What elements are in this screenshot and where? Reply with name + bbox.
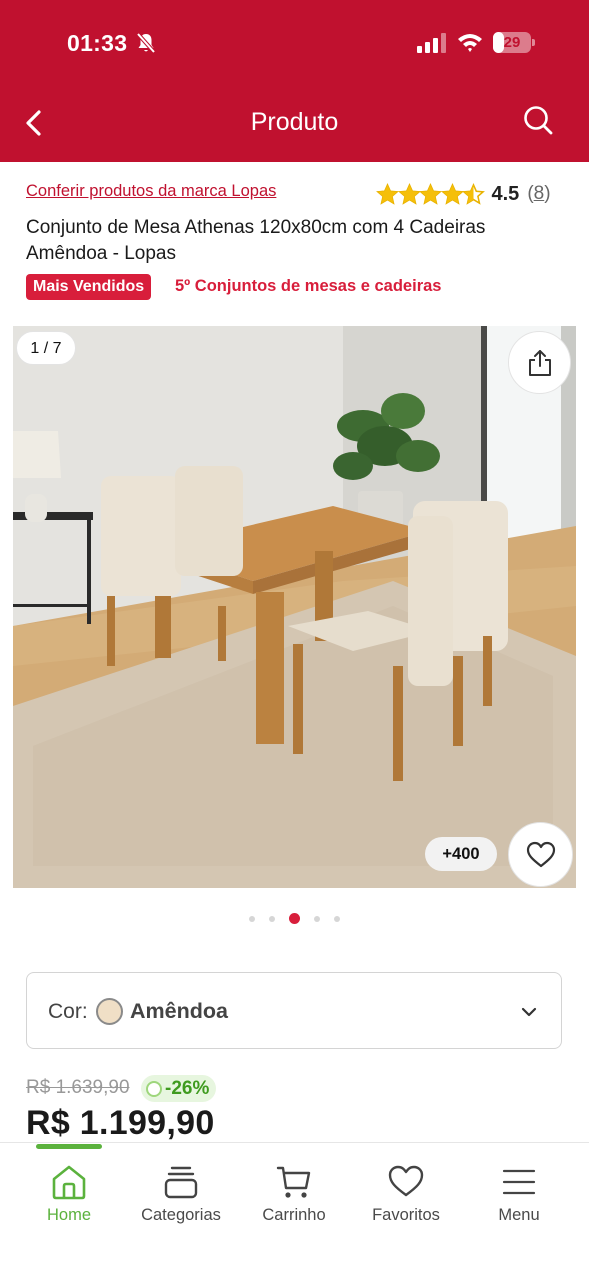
carousel-dot[interactable] (334, 915, 340, 922)
color-select[interactable]: Cor: Amêndoa (26, 972, 562, 1049)
nav-menu[interactable]: Menu (464, 1164, 574, 1225)
product-photo (13, 326, 576, 888)
nav-categories[interactable]: Categorias (126, 1164, 236, 1225)
rating-count[interactable]: (8) (527, 183, 550, 205)
star-icon (419, 182, 442, 205)
share-button[interactable] (508, 331, 571, 394)
categories-icon (164, 1166, 198, 1199)
ranking-link[interactable]: 5º Conjuntos de mesas e cadeiras (175, 277, 441, 296)
color-value: Amêndoa (130, 999, 228, 1023)
bell-muted-icon (136, 32, 156, 54)
nav-favorites[interactable]: Favoritos (351, 1164, 461, 1225)
battery-level: 29 (503, 34, 521, 51)
wifi-icon (458, 34, 482, 52)
favorite-button[interactable] (508, 822, 573, 887)
carousel-dots (0, 913, 589, 924)
discount-text: -26% (165, 1077, 210, 1099)
image-counter: 1 / 7 (16, 331, 76, 365)
star-icon (397, 182, 421, 205)
carousel-dot[interactable] (289, 913, 300, 924)
nav-active-indicator (36, 1144, 102, 1149)
favorites-count: +400 (425, 837, 497, 871)
product-title: Conjunto de Mesa Athenas 120x80cm com 4 … (26, 217, 486, 264)
nav-label: Home (46, 1206, 91, 1224)
chevron-down-icon (521, 1007, 537, 1017)
app-header: 01:33 29 Produto (0, 0, 589, 162)
nav-label: Carrinho (262, 1206, 326, 1224)
share-icon (528, 349, 551, 376)
search-icon[interactable] (520, 102, 556, 138)
discount-badge: -26% (141, 1075, 217, 1102)
rating-stars (376, 182, 485, 206)
old-price: R$ 1.639,90 (26, 1077, 130, 1098)
brand-link[interactable]: Conferir produtos da marca Lopas (26, 182, 276, 201)
product-image[interactable] (13, 326, 576, 888)
nav-label: Categorias (141, 1206, 221, 1224)
heart-icon (526, 841, 555, 867)
menu-icon (502, 1169, 536, 1195)
rating-value: 4.5 (491, 182, 520, 205)
battery-indicator: 29 (493, 32, 535, 54)
carousel-dot[interactable] (314, 915, 320, 922)
current-price: R$ 1.199,90 (26, 1104, 215, 1142)
rating[interactable]: 4.5 (8) (376, 180, 551, 208)
color-swatch (96, 998, 123, 1025)
star-icon (376, 182, 399, 205)
nav-cart[interactable]: Carrinho (239, 1164, 349, 1225)
heart-icon (388, 1165, 424, 1197)
signal-icon (417, 33, 446, 53)
color-label: Cor: (48, 1000, 88, 1023)
nav-label: Favoritos (372, 1206, 440, 1224)
star-icon (440, 182, 464, 205)
star-icon (462, 182, 485, 205)
cart-icon (276, 1166, 311, 1198)
nav-home[interactable]: Home (14, 1164, 124, 1225)
nav-label: Menu (498, 1206, 540, 1224)
carousel-dot[interactable] (269, 915, 275, 922)
status-time: 01:33 (67, 30, 128, 56)
discount-dot (146, 1080, 162, 1097)
page-title: Produto (250, 108, 339, 136)
home-icon (52, 1165, 86, 1200)
carousel-dot[interactable] (249, 915, 255, 922)
bestseller-badge: Mais Vendidos (26, 274, 152, 300)
